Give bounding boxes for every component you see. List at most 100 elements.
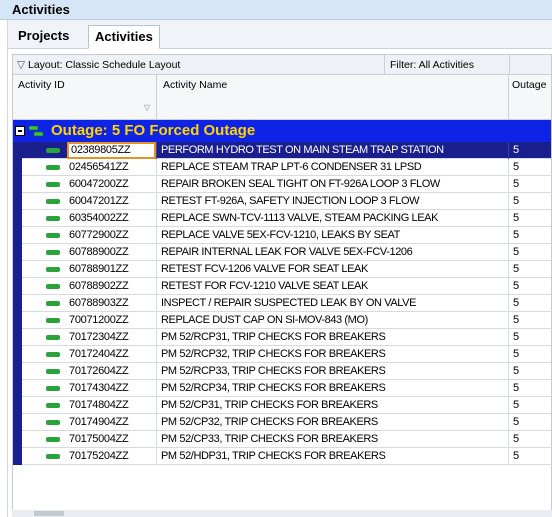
activity-id-cell[interactable]: 60772900ZZ (67, 227, 156, 244)
scrollbar-thumb[interactable] (34, 511, 64, 516)
activity-name-cell[interactable]: PM 52/RCP34, TRIP CHECKS FOR BREAKERS (156, 380, 508, 397)
table-row[interactable]: 70172304ZZ PM 52/RCP31, TRIP CHECKS FOR B… (13, 329, 551, 346)
activity-bar-icon (46, 454, 60, 459)
column-divider[interactable] (156, 75, 157, 120)
activity-id-cell[interactable]: 02389805ZZ (67, 142, 156, 159)
outage-cell[interactable]: 5 (508, 210, 551, 227)
activity-id-cell[interactable]: 60788900ZZ (67, 244, 156, 261)
table-row[interactable]: 70175204ZZ PM 52/HDP31, TRIP CHECKS FOR B… (13, 448, 551, 465)
outage-cell[interactable]: 5 (508, 261, 551, 278)
outage-cell[interactable]: 5 (508, 244, 551, 261)
outage-cell[interactable]: 5 (508, 329, 551, 346)
activity-id-cell[interactable]: 02456541ZZ (67, 159, 156, 176)
sort-icon[interactable]: ▽ (144, 103, 150, 112)
table-row[interactable]: 70175004ZZ PM 52/CP33, TRIP CHECKS FOR BR… (13, 431, 551, 448)
horizontal-scrollbar[interactable] (12, 510, 552, 517)
tab-projects[interactable]: Projects (12, 25, 75, 49)
table-row[interactable]: 60788903ZZ INSPECT / REPAIR SUSPECTED LEA… (13, 295, 551, 312)
outage-cell[interactable]: 5 (508, 227, 551, 244)
activity-name-cell[interactable]: REPLACE DUST CAP ON SI-MOV-843 (MO) (156, 312, 508, 329)
activity-name-cell[interactable]: REPLACE VALVE 5EX-FCV-1210, LEAKS BY SEA… (156, 227, 508, 244)
column-header-outage[interactable]: Outage (512, 79, 546, 91)
activity-name-cell[interactable]: PM 52/CP33, TRIP CHECKS FOR BREAKERS (156, 431, 508, 448)
table-row[interactable]: 70174904ZZ PM 52/CP32, TRIP CHECKS FOR BR… (13, 414, 551, 431)
table-row[interactable]: 60788900ZZ REPAIR INTERNAL LEAK FOR VALVE… (13, 244, 551, 261)
activity-name-cell[interactable]: REPAIR BROKEN SEAL TIGHT ON FT-926A LOOP… (156, 176, 508, 193)
outage-cell[interactable]: 5 (508, 346, 551, 363)
outage-cell[interactable]: 5 (508, 193, 551, 210)
row-group-indicator (13, 176, 22, 193)
tab-activities[interactable]: Activities (88, 25, 160, 49)
activity-name-cell[interactable]: REPLACE SWN-TCV-1113 VALVE, STEAM PACKIN… (156, 210, 508, 227)
divider (509, 55, 510, 75)
activity-name-cell[interactable]: PM 52/RCP31, TRIP CHECKS FOR BREAKERS (156, 329, 508, 346)
outage-cell[interactable]: 5 (508, 176, 551, 193)
filter-label[interactable]: Filter: All Activities (390, 59, 474, 71)
outage-cell[interactable]: 5 (508, 431, 551, 448)
activity-name-cell[interactable]: PM 52/CP32, TRIP CHECKS FOR BREAKERS (156, 414, 508, 431)
layout-selector[interactable]: ▽ Layout: Classic Schedule Layout (17, 59, 180, 71)
table-row[interactable]: 70174804ZZ PM 52/CP31, TRIP CHECKS FOR BR… (13, 397, 551, 414)
activity-id-cell[interactable]: 70174804ZZ (67, 397, 156, 414)
outage-cell[interactable]: 5 (508, 295, 551, 312)
activity-id-cell[interactable]: 70175204ZZ (67, 448, 156, 465)
table-row[interactable]: 02389805ZZ PERFORM HYDRO TEST ON MAIN STE… (13, 142, 551, 159)
activity-bar-icon (46, 301, 60, 306)
table-row[interactable]: 60772900ZZ REPLACE VALVE 5EX-FCV-1210, LE… (13, 227, 551, 244)
activity-id-cell[interactable]: 70071200ZZ (67, 312, 156, 329)
outage-cell[interactable]: 5 (508, 414, 551, 431)
activity-id-cell[interactable]: 60788902ZZ (67, 278, 156, 295)
activity-name-cell[interactable]: REPAIR INTERNAL LEAK FOR VALVE 5EX-FCV-1… (156, 244, 508, 261)
activity-id-cell[interactable]: 60788903ZZ (67, 295, 156, 312)
table-row[interactable]: 60047200ZZ REPAIR BROKEN SEAL TIGHT ON FT… (13, 176, 551, 193)
activity-id-cell[interactable]: 70174304ZZ (67, 380, 156, 397)
table-row[interactable]: 70172404ZZ PM 52/RCP32, TRIP CHECKS FOR B… (13, 346, 551, 363)
column-header-activity-name[interactable]: Activity Name (163, 79, 227, 91)
row-group-indicator (13, 363, 22, 380)
column-header-activity-id[interactable]: Activity ID (18, 79, 65, 91)
row-group-indicator (13, 295, 22, 312)
activity-table-body: 02389805ZZ PERFORM HYDRO TEST ON MAIN STE… (13, 142, 551, 465)
outage-cell[interactable]: 5 (508, 448, 551, 465)
table-row[interactable]: 70071200ZZ REPLACE DUST CAP ON SI-MOV-843… (13, 312, 551, 329)
activity-name-cell[interactable]: INSPECT / REPAIR SUSPECTED LEAK BY ON VA… (156, 295, 508, 312)
outage-cell[interactable]: 5 (508, 142, 551, 159)
activity-id-cell[interactable]: 60047200ZZ (67, 176, 156, 193)
outage-cell[interactable]: 5 (508, 159, 551, 176)
outage-cell[interactable]: 5 (508, 397, 551, 414)
activity-name-cell[interactable]: RETEST FCV-1206 VALVE FOR SEAT LEAK (156, 261, 508, 278)
table-row[interactable]: 70172604ZZ PM 52/RCP33, TRIP CHECKS FOR B… (13, 363, 551, 380)
table-row[interactable]: 60354002ZZ REPLACE SWN-TCV-1113 VALVE, ST… (13, 210, 551, 227)
outage-cell[interactable]: 5 (508, 278, 551, 295)
activity-id-cell[interactable]: 70172404ZZ (67, 346, 156, 363)
activity-name-cell[interactable]: PERFORM HYDRO TEST ON MAIN STEAM TRAP ST… (156, 142, 508, 159)
activity-id-cell[interactable]: 60047201ZZ (67, 193, 156, 210)
collapse-box-icon[interactable] (15, 126, 25, 136)
table-row[interactable]: 60788902ZZ RETEST FOR FCV-1210 VALVE SEAT… (13, 278, 551, 295)
table-row[interactable]: 70174304ZZ PM 52/RCP34, TRIP CHECKS FOR B… (13, 380, 551, 397)
outage-cell[interactable]: 5 (508, 380, 551, 397)
activity-id-cell[interactable]: 60788901ZZ (67, 261, 156, 278)
activity-id-cell[interactable]: 70172304ZZ (67, 329, 156, 346)
group-label: Outage: 5 FO Forced Outage (51, 122, 256, 139)
column-header-row: Activity ID ▽ Activity Name Outage (13, 75, 551, 120)
outage-cell[interactable]: 5 (508, 363, 551, 380)
table-row[interactable]: 02456541ZZ REPLACE STEAM TRAP LPT-6 CONDE… (13, 159, 551, 176)
activity-name-cell[interactable]: PM 52/HDP31, TRIP CHECKS FOR BREAKERS (156, 448, 508, 465)
activity-id-cell[interactable]: 60354002ZZ (67, 210, 156, 227)
group-band-outage[interactable]: Outage: 5 FO Forced Outage (13, 120, 551, 142)
column-divider[interactable] (508, 75, 509, 120)
activity-name-cell[interactable]: PM 52/RCP33, TRIP CHECKS FOR BREAKERS (156, 363, 508, 380)
table-row[interactable]: 60788901ZZ RETEST FCV-1206 VALVE FOR SEAT… (13, 261, 551, 278)
activity-name-cell[interactable]: PM 52/CP31, TRIP CHECKS FOR BREAKERS (156, 397, 508, 414)
activity-bar-icon (46, 403, 60, 408)
outage-cell[interactable]: 5 (508, 312, 551, 329)
activity-id-cell[interactable]: 70174904ZZ (67, 414, 156, 431)
activity-id-cell[interactable]: 70172604ZZ (67, 363, 156, 380)
activity-name-cell[interactable]: PM 52/RCP32, TRIP CHECKS FOR BREAKERS (156, 346, 508, 363)
activity-name-cell[interactable]: REPLACE STEAM TRAP LPT-6 CONDENSER 31 LP… (156, 159, 508, 176)
activity-name-cell[interactable]: RETEST FOR FCV-1210 VALVE SEAT LEAK (156, 278, 508, 295)
activity-id-cell[interactable]: 70175004ZZ (67, 431, 156, 448)
table-row[interactable]: 60047201ZZ RETEST FT-926A, SAFETY INJECTI… (13, 193, 551, 210)
activity-name-cell[interactable]: RETEST FT-926A, SAFETY INJECTION LOOP 3 … (156, 193, 508, 210)
